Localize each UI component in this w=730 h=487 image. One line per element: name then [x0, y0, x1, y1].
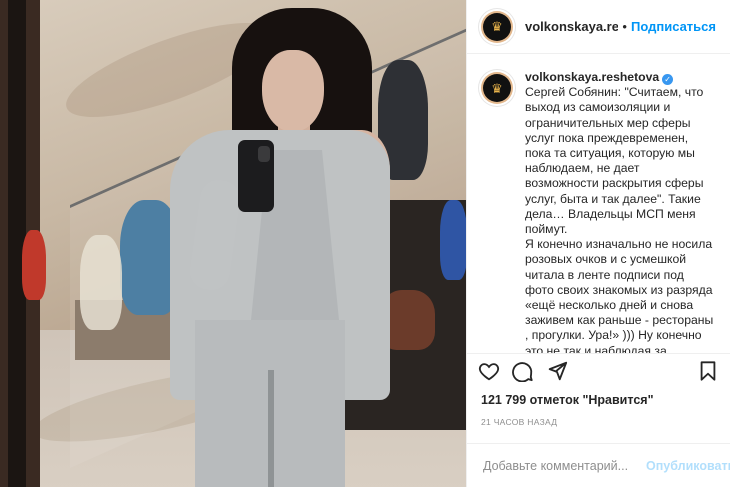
action-bar	[467, 353, 730, 387]
caption-username[interactable]: volkonskaya.reshetova	[525, 70, 659, 84]
paper-plane-icon	[548, 361, 568, 380]
caption-text: Сергей Собянин: "Считаем, что выход из с…	[525, 85, 714, 353]
bookmark-icon	[700, 360, 716, 381]
crown-logo-icon: ♛	[483, 74, 511, 102]
like-button[interactable]	[477, 359, 501, 383]
crown-logo-icon: ♛	[483, 12, 511, 41]
header-username[interactable]: volkonskaya.reshet	[525, 19, 618, 34]
caption-avatar[interactable]: ♛	[481, 72, 513, 104]
caption-section: ♛ volkonskaya.reshetova ✓Сергей Собянин: …	[467, 54, 730, 353]
person-face	[262, 50, 324, 132]
trouser-crease	[268, 370, 274, 487]
phone-camera	[258, 146, 270, 162]
save-button[interactable]	[696, 359, 720, 383]
red-figure	[22, 230, 46, 300]
comment-bubble-icon	[512, 361, 533, 382]
post-photo[interactable]	[0, 0, 466, 487]
blue-figure	[440, 200, 466, 280]
post-header: ♛ volkonskaya.reshet • Подписаться	[467, 0, 730, 54]
publish-button[interactable]: Опубликовать	[646, 459, 730, 473]
post-sidebar: ♛ volkonskaya.reshet • Подписаться ♛ vol…	[466, 0, 730, 487]
post-timestamp[interactable]: 21 часов назад	[467, 413, 730, 435]
share-button[interactable]	[545, 359, 569, 383]
comment-input[interactable]	[481, 457, 646, 474]
profile-avatar[interactable]: ♛	[481, 10, 513, 43]
caption: volkonskaya.reshetova ✓Сергей Собянин: "С…	[525, 70, 715, 353]
header-separator: •	[622, 19, 627, 34]
follow-button[interactable]: Подписаться	[631, 19, 716, 34]
likes-count[interactable]: 121 799 отметок "Нравится"	[467, 387, 730, 413]
instagram-post: ♛ volkonskaya.reshet • Подписаться ♛ vol…	[0, 0, 730, 487]
clear-bear-figure	[80, 235, 122, 330]
comment-form: Опубликовать	[467, 443, 730, 487]
comment-button[interactable]	[511, 359, 535, 383]
verified-badge-icon: ✓	[662, 74, 674, 85]
heart-icon	[478, 362, 500, 380]
